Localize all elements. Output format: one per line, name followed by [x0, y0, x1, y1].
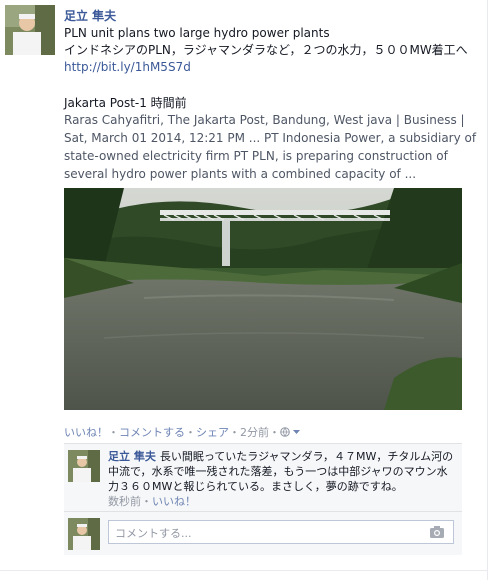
avatar-photo	[68, 518, 100, 550]
comment-item: 足立 隼夫 長い間眠っていたラジャマンダラ，４７MW，チタルム河の中流で，水系で唯…	[64, 444, 462, 512]
comment-input-placeholder: コメントする...	[115, 527, 192, 540]
post-timestamp[interactable]: 2分前	[240, 426, 269, 439]
viewer-avatar[interactable]	[68, 518, 100, 550]
globe-icon[interactable]	[280, 427, 290, 437]
post-author-name[interactable]: 足立 隼夫	[64, 7, 116, 24]
like-button[interactable]: いいね！	[64, 426, 108, 439]
comment-like-button[interactable]: いいね！	[152, 495, 196, 508]
separator: ・	[269, 426, 280, 439]
comment-input[interactable]: コメントする...	[108, 520, 454, 544]
camera-icon[interactable]	[429, 525, 445, 539]
chevron-down-icon[interactable]	[292, 426, 301, 434]
comment-text: 長い間眠っていたラジャマンダラ，４７MW，チタルム河の中流で，水系で唯一残された…	[108, 450, 454, 493]
river-bridge-image	[64, 188, 462, 410]
avatar-photo	[68, 450, 100, 482]
separator: ・	[108, 426, 119, 439]
author-avatar[interactable]	[5, 5, 55, 55]
post-link[interactable]: http://bit.ly/1hM5S7d	[64, 59, 482, 76]
post-line-japanese: インドネシアのPLN，ラジャマンダラなど，２つの水力，５００MW着工へ	[64, 43, 468, 57]
comment-meta: 数秒前・いいね！	[108, 494, 458, 509]
news-summary: Raras Cahyafitri, The Jakarta Post, Band…	[64, 113, 477, 181]
news-source: Jakarta Post-1 時間前	[64, 96, 187, 110]
news-photo[interactable]	[64, 188, 462, 410]
comment-body: 足立 隼夫 長い間眠っていたラジャマンダラ，４７MW，チタルム河の中流で，水系で唯…	[108, 449, 458, 509]
separator: ・	[229, 426, 240, 439]
separator: ・	[185, 426, 196, 439]
post-container: 足立 隼夫 PLN unit plans two large hydro pow…	[0, 0, 488, 580]
share-button[interactable]: シェア	[196, 426, 229, 439]
separator: ・	[141, 495, 152, 508]
comment-button[interactable]: コメントする	[119, 426, 185, 439]
post-line-english: PLN unit plans two large hydro power pla…	[64, 26, 330, 40]
post-text: PLN unit plans two large hydro power pla…	[64, 25, 482, 76]
commenter-avatar[interactable]	[68, 450, 100, 482]
comments-section: 足立 隼夫 長い間眠っていたラジャマンダラ，４７MW，チタルム河の中流で，水系で唯…	[64, 443, 462, 555]
comment-author[interactable]: 足立 隼夫	[108, 450, 156, 463]
avatar-photo	[5, 5, 55, 55]
divider	[0, 570, 488, 571]
reply-row: コメントする...	[64, 512, 462, 556]
comment-timestamp[interactable]: 数秒前	[108, 495, 141, 508]
post-actions: いいね！・コメントする・シェア・2分前・	[64, 424, 301, 440]
